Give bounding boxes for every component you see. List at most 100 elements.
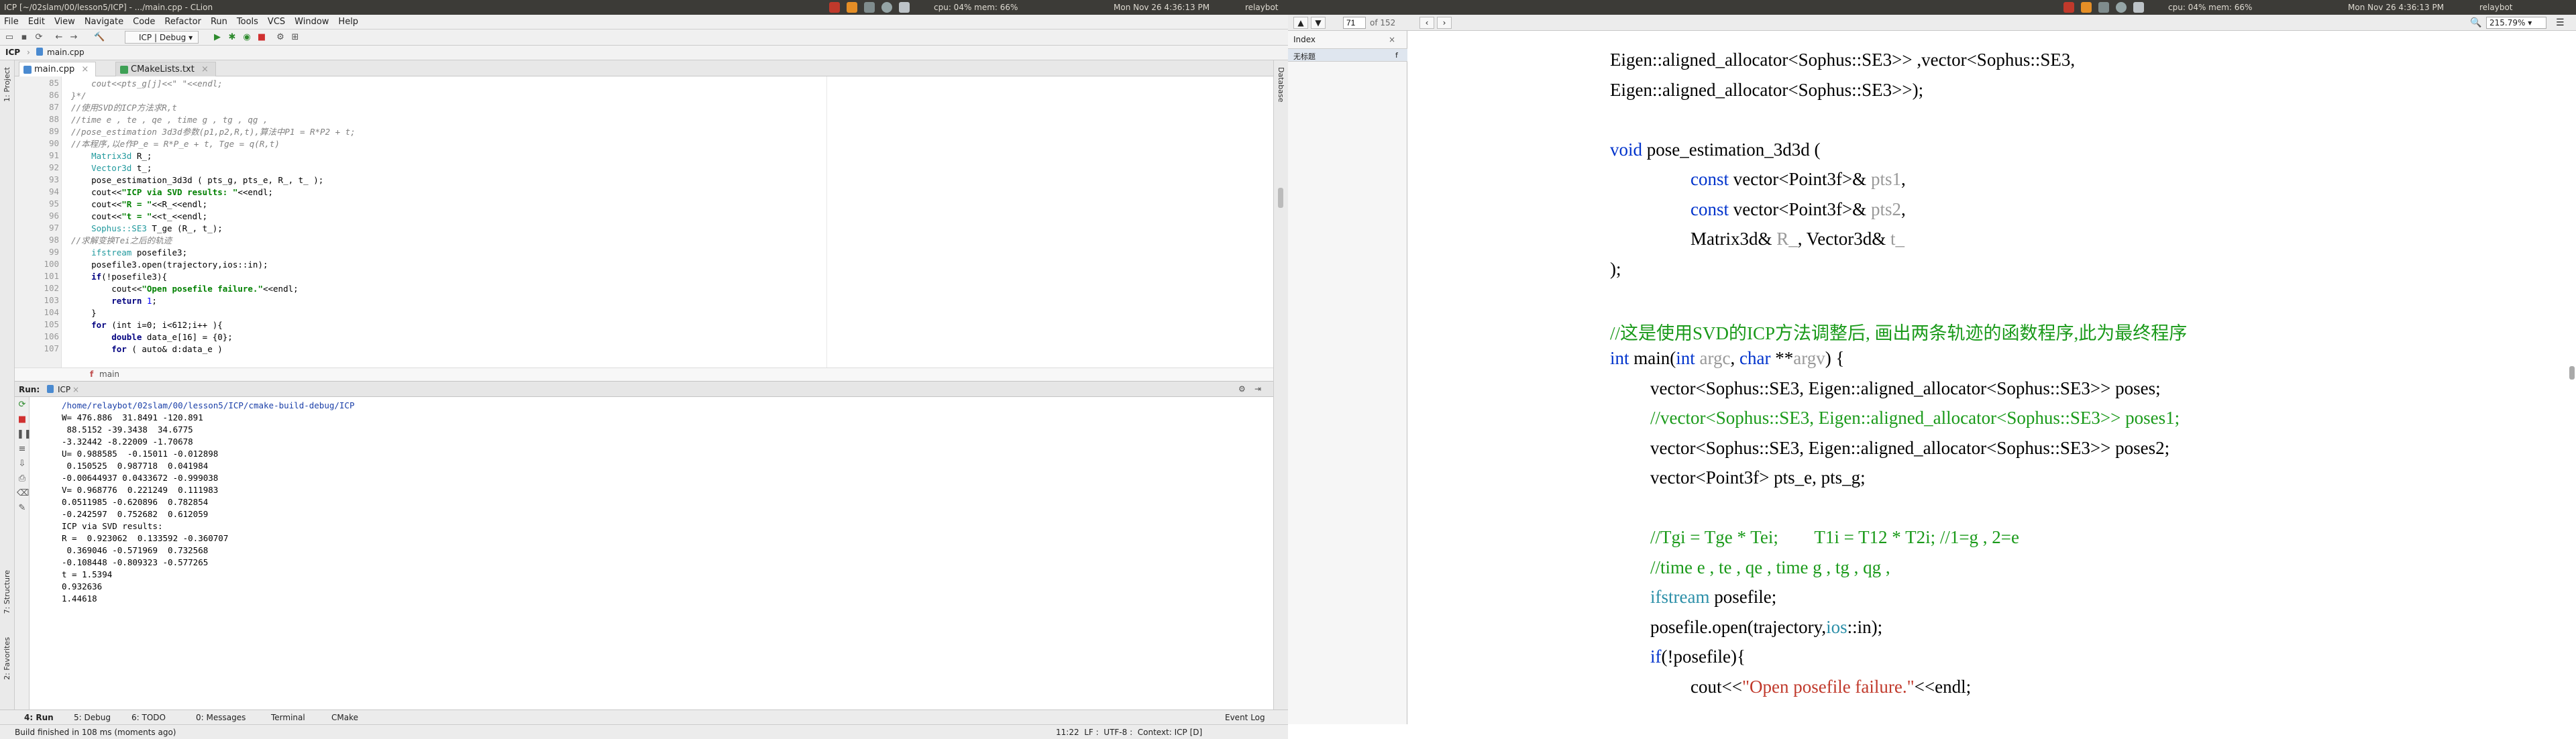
clock[interactable]: Mon Nov 26 4:36:13 PM	[2348, 3, 2444, 12]
code-line[interactable]: cout<<pts_g[j]<<" "<<endl;	[71, 78, 223, 90]
tab-main-cpp[interactable]: main.cpp ×	[19, 62, 97, 76]
stop-icon[interactable]: ■	[256, 32, 267, 43]
tray-app-icon[interactable]	[899, 2, 910, 13]
search-icon[interactable]: 🔍	[2470, 17, 2481, 28]
settings-icon[interactable]: ⚙	[275, 32, 286, 43]
tray-app-icon[interactable]	[2116, 2, 2127, 13]
breadcrumb-function[interactable]: main	[99, 370, 119, 379]
code-line[interactable]: cout<<"Open posefile failure."<<endl;	[71, 283, 298, 295]
run-icon[interactable]: ▶	[212, 32, 223, 43]
menu-refactor[interactable]: Refactor	[164, 17, 201, 27]
structure-tool-tab[interactable]: 7: Structure	[3, 570, 11, 614]
index-item[interactable]: 无标题 f	[1288, 48, 1407, 62]
tab-run[interactable]: 4: Run	[24, 713, 54, 722]
menu-view[interactable]: View	[54, 17, 75, 27]
code-line[interactable]: cout<<"ICP via SVD results: "<<endl;	[71, 186, 273, 198]
close-icon[interactable]: ×	[72, 385, 79, 394]
menu-help[interactable]: Help	[338, 17, 358, 27]
code-line[interactable]: //求解变换Tei之后的轨迹	[71, 235, 172, 247]
code-line[interactable]: return 1;	[71, 295, 157, 307]
build-icon[interactable]: 🔨	[94, 32, 105, 43]
editor-scrollbar-thumb[interactable]	[1278, 188, 1283, 208]
clear-icon[interactable]: ⌫	[17, 488, 29, 499]
code-line[interactable]: }	[71, 307, 97, 319]
previous-page-icon[interactable]: ▲	[1293, 17, 1308, 29]
code-editor[interactable]: cout<<pts_g[j]<<" "<<endl;}*/ //使用SVD的ICP…	[15, 76, 1273, 367]
code-line[interactable]: //本程序,以e作P_e = R*P_e + t, Tge = q(R,t)	[71, 138, 280, 150]
forward-icon[interactable]: ›	[1437, 17, 1452, 29]
debug-icon[interactable]: ✱	[227, 32, 237, 43]
close-icon[interactable]: ×	[81, 64, 89, 74]
coverage-icon[interactable]: ◉	[241, 32, 252, 43]
tab-cmake[interactable]: CMake	[331, 713, 358, 722]
structure-icon[interactable]: ⊞	[290, 32, 301, 43]
tray-app-icon[interactable]	[864, 2, 875, 13]
tab-messages[interactable]: 0: Messages	[196, 713, 246, 722]
pause-icon[interactable]: ❚❚	[17, 429, 32, 440]
code-line[interactable]: ifstream posefile3;	[71, 247, 187, 259]
code-line[interactable]: for (int i=0; i<612;i++ ){	[71, 319, 223, 331]
stop-icon[interactable]: ■	[17, 414, 28, 425]
code-line[interactable]: Vector3d t_;	[71, 162, 152, 174]
menu-window[interactable]: Window	[294, 17, 329, 27]
code-line[interactable]: //time e , te , qe , time g , tg , qg ,	[71, 114, 268, 126]
user-menu[interactable]: relaybot	[1245, 3, 1279, 12]
close-icon[interactable]: ×	[201, 64, 209, 74]
menu-icon[interactable]: ☰	[2556, 17, 2565, 28]
menu-edit[interactable]: Edit	[28, 17, 45, 27]
rerun-icon[interactable]: ⟳	[17, 400, 28, 410]
run-console-output[interactable]: /home/relaybot/02slam/00/lesson5/ICP/cma…	[30, 397, 1273, 709]
soft-wrap-icon[interactable]: ≡	[17, 444, 28, 455]
editor-status[interactable]: 11:22 LF : UTF-8 : Context: ICP [D]	[1056, 728, 1202, 737]
tab-todo[interactable]: 6: TODO	[131, 713, 166, 722]
page-number-input[interactable]	[1343, 17, 1366, 29]
tab-debug[interactable]: 5: Debug	[74, 713, 111, 722]
tray-app-icon[interactable]	[2063, 2, 2074, 13]
menu-tools[interactable]: Tools	[237, 17, 258, 27]
menu-vcs[interactable]: VCS	[268, 17, 285, 27]
tab-terminal[interactable]: Terminal	[271, 713, 305, 722]
next-page-icon[interactable]: ▼	[1311, 17, 1326, 29]
nav-file[interactable]: main.cpp	[47, 48, 85, 57]
code-line[interactable]: double data_e[16] = {0};	[71, 331, 233, 343]
back-icon[interactable]: ‹	[1419, 17, 1434, 29]
code-line[interactable]: for ( auto& d:data_e )	[71, 343, 223, 355]
tray-app-icon[interactable]	[847, 2, 857, 13]
favorites-tool-tab[interactable]: 2: Favorites	[3, 637, 11, 680]
code-line[interactable]: Matrix3d R_;	[71, 150, 152, 162]
database-tool-tab[interactable]: Database	[1277, 67, 1285, 103]
forward-icon[interactable]: →	[68, 32, 79, 43]
user-menu[interactable]: relaybot	[2479, 3, 2513, 12]
code-line[interactable]: if(!posefile3){	[71, 271, 167, 283]
open-icon[interactable]: ▭	[4, 32, 15, 43]
code-line[interactable]: pose_estimation_3d3d ( pts_g, pts_e, R_,…	[71, 174, 323, 186]
clock[interactable]: Mon Nov 26 4:36:13 PM	[1114, 3, 1210, 12]
code-line[interactable]: }*/	[71, 90, 87, 102]
tab-cmakelists[interactable]: CMakeLists.txt ×	[115, 62, 216, 76]
save-icon[interactable]: ▪	[19, 32, 30, 43]
page-scrollbar-thumb[interactable]	[2569, 366, 2575, 380]
print-icon[interactable]: ⎙	[17, 473, 28, 484]
run-config-tab[interactable]: ICP	[58, 385, 70, 394]
tray-app-icon[interactable]	[881, 2, 892, 13]
code-line[interactable]: //pose_estimation 3d3d参数(p1,p2,R,t),算法中P…	[71, 126, 356, 138]
hide-panel-icon[interactable]: ⇥	[1254, 384, 1261, 394]
close-icon[interactable]: ×	[1389, 35, 1395, 44]
code-line[interactable]: cout<<"t = "<<t_<<endl;	[71, 211, 207, 223]
event-log-button[interactable]: Event Log	[1225, 713, 1265, 722]
project-tool-tab[interactable]: 1: Project	[3, 67, 11, 102]
build-status[interactable]: Build finished in 108 ms (moments ago)	[15, 728, 176, 737]
code-line[interactable]: posefile3.open(trajectory,ios::in);	[71, 259, 268, 271]
run-config-select[interactable]: ICP | Debug ▾	[125, 31, 199, 44]
sync-icon[interactable]: ⟳	[34, 32, 44, 43]
tray-app-icon[interactable]	[829, 2, 840, 13]
pdf-page[interactable]: Eigen::aligned_allocator<Sophus::SE3>> ,…	[1407, 31, 2576, 724]
scroll-end-icon[interactable]: ⇩	[17, 459, 28, 469]
menu-code[interactable]: Code	[133, 17, 155, 27]
code-line[interactable]: cout<<"R = "<<R_<<endl;	[71, 198, 207, 211]
pin-icon[interactable]: ✎	[17, 503, 28, 514]
gear-icon[interactable]: ⚙	[1238, 384, 1246, 394]
code-line[interactable]: Sophus::SE3 T_ge (R_, t_);	[71, 223, 223, 235]
tray-app-icon[interactable]	[2081, 2, 2092, 13]
menu-run[interactable]: Run	[211, 17, 227, 27]
